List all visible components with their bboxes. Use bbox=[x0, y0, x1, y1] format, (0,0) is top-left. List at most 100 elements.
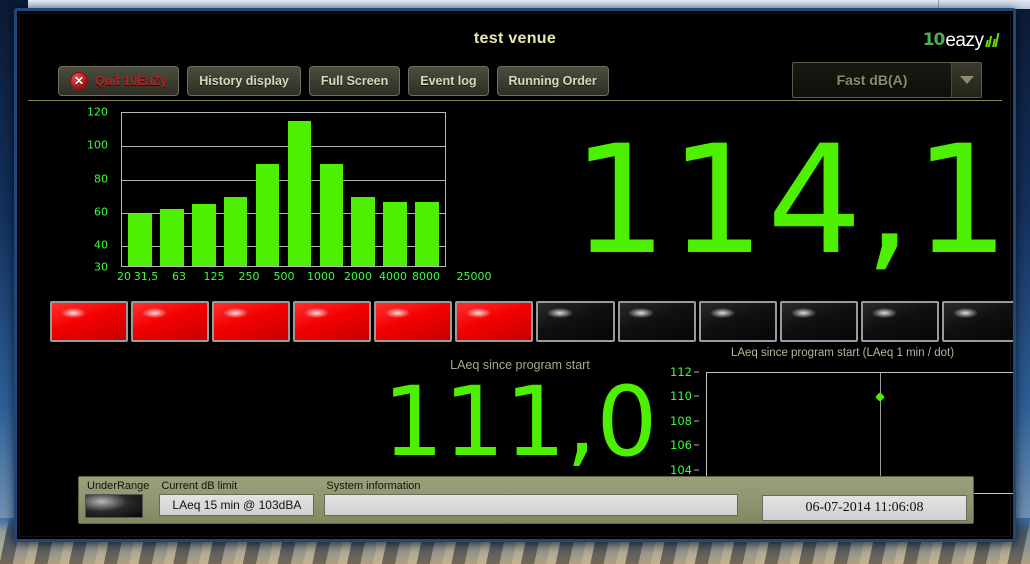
status-bar: UnderRange Current dB limit LAeq 15 min … bbox=[78, 476, 974, 524]
spectrum-bar-slot bbox=[347, 113, 379, 266]
spectrum-bar-slot bbox=[156, 113, 188, 266]
system-information-label: System information bbox=[324, 480, 738, 492]
level-led-bargraph bbox=[50, 301, 1016, 342]
spectrum-x-tick: 125 bbox=[204, 270, 225, 283]
spectrum-bar bbox=[128, 214, 152, 266]
spectrum-bar bbox=[320, 164, 344, 266]
weighting-mode-select[interactable]: Fast dB(A) bbox=[792, 62, 982, 98]
full-screen-button-label: Full Screen bbox=[321, 74, 388, 88]
laeq-history-title: LAeq since program start (LAeq 1 min / d… bbox=[660, 347, 1016, 359]
spectrum-x-tick: 31,5 bbox=[134, 270, 159, 283]
underrange-group: UnderRange bbox=[85, 480, 149, 518]
db-limit-group: Current dB limit LAeq 15 min @ 103dBA bbox=[159, 480, 314, 516]
history-display-button-label: History display bbox=[199, 74, 289, 88]
led-segment bbox=[536, 301, 614, 342]
close-icon: ✕ bbox=[70, 72, 88, 90]
quit-button-label: Quit 10EaZy bbox=[95, 74, 167, 88]
spectrum-x-tick: 2000 bbox=[344, 270, 372, 283]
laeq-history-tick-mark bbox=[694, 372, 699, 373]
system-information-group: System information bbox=[324, 480, 738, 516]
spectrum-plot-area bbox=[121, 112, 446, 267]
laeq-block: LAeq since program start 111,0 bbox=[350, 358, 690, 470]
laeq-history-tick-mark bbox=[694, 469, 699, 470]
spectrum-bar bbox=[224, 197, 248, 266]
spectrum-bar bbox=[383, 202, 407, 266]
laeq-history-tick-mark bbox=[694, 396, 699, 397]
underrange-indicator bbox=[85, 494, 143, 518]
app-window: test venue 10 eazy ✕ Quit 10EaZy History d… bbox=[14, 8, 1016, 542]
app-window-inner: test venue 10 eazy ✕ Quit 10EaZy History d… bbox=[19, 13, 1011, 537]
led-segment bbox=[212, 301, 290, 342]
main-level-readout: 114,1 bbox=[572, 126, 992, 276]
spectrum-bar bbox=[351, 197, 375, 266]
spectrum-x-tick: 1000 bbox=[307, 270, 335, 283]
db-limit-value: LAeq 15 min @ 103dBA bbox=[159, 494, 314, 516]
led-segment bbox=[131, 301, 209, 342]
event-log-button[interactable]: Event log bbox=[408, 66, 488, 96]
app-logo: 10 eazy bbox=[923, 26, 998, 50]
spectrum-y-tick: 120 bbox=[87, 106, 108, 119]
led-segment bbox=[780, 301, 858, 342]
led-segment bbox=[293, 301, 371, 342]
chevron-down-icon[interactable] bbox=[951, 63, 981, 97]
laeq-history-tick-mark bbox=[694, 445, 699, 446]
spectrum-x-tick: 20 bbox=[117, 270, 131, 283]
clock-value: 06-07-2014 11:06:08 bbox=[762, 495, 967, 521]
spectrum-bar bbox=[415, 202, 439, 266]
clock-group: 06-07-2014 11:06:08 bbox=[762, 480, 967, 521]
spectrum-y-tick: 80 bbox=[94, 172, 108, 185]
led-segment bbox=[699, 301, 777, 342]
spectrum-bar-slot bbox=[252, 113, 284, 266]
led-segment bbox=[942, 301, 1016, 342]
spectrum-x-tick: 8000 bbox=[412, 270, 440, 283]
header-divider bbox=[28, 100, 1002, 101]
header: test venue 10 eazy ✕ Quit 10EaZy History d… bbox=[20, 14, 1010, 98]
logo-bars-icon bbox=[986, 31, 999, 47]
event-log-button-label: Event log bbox=[420, 74, 476, 88]
db-limit-label: Current dB limit bbox=[159, 480, 314, 492]
led-segment bbox=[455, 301, 533, 342]
spectrum-bar-slot bbox=[315, 113, 347, 266]
laeq-value: 111,0 bbox=[350, 374, 690, 470]
spectrum-bar bbox=[192, 204, 216, 266]
led-segment bbox=[374, 301, 452, 342]
spectrum-x-tick: 250 bbox=[239, 270, 260, 283]
spectrum-bar bbox=[288, 121, 312, 266]
laeq-history-cursor bbox=[880, 373, 881, 493]
logo-prefix: 10 bbox=[923, 30, 945, 50]
history-display-button[interactable]: History display bbox=[187, 66, 301, 96]
laeq-history-y-tick: 110 bbox=[670, 389, 692, 403]
spectrum-x-tick: 500 bbox=[274, 270, 295, 283]
led-segment bbox=[50, 301, 128, 342]
logo-name: eazy bbox=[945, 31, 983, 50]
laeq-history-y-tick: 104 bbox=[670, 463, 692, 477]
led-segment bbox=[861, 301, 939, 342]
weighting-mode-value: Fast dB(A) bbox=[793, 72, 951, 88]
spectrum-chart: 30406080100120 2031,5 63 125 250 500 1000 2000… bbox=[20, 104, 490, 294]
laeq-history-y-tick: 108 bbox=[670, 414, 692, 428]
spectrum-y-axis: 30406080100120 bbox=[82, 104, 108, 269]
spectrum-bar bbox=[256, 164, 280, 266]
laeq-history-y-tick: 112 bbox=[670, 365, 692, 379]
spectrum-bar bbox=[160, 209, 184, 266]
laeq-history-point bbox=[875, 392, 885, 402]
laeq-history-tick-mark bbox=[694, 420, 699, 421]
toolbar: ✕ Quit 10EaZy History display Full Screen Ev… bbox=[58, 66, 609, 96]
underrange-label: UnderRange bbox=[85, 480, 149, 492]
page-title: test venue bbox=[20, 30, 1010, 48]
spectrum-bars bbox=[122, 113, 445, 266]
laeq-history-y-tick: 106 bbox=[670, 438, 692, 452]
spectrum-y-tick: 40 bbox=[94, 239, 108, 252]
spectrum-x-tick: 63 bbox=[172, 270, 186, 283]
spectrum-bar-slot bbox=[220, 113, 252, 266]
spectrum-bar-slot bbox=[284, 113, 316, 266]
spectrum-bar-slot bbox=[124, 113, 156, 266]
led-segment bbox=[618, 301, 696, 342]
spectrum-x-tick: 4000 bbox=[379, 270, 407, 283]
running-order-button[interactable]: Running Order bbox=[497, 66, 609, 96]
system-information-value bbox=[324, 494, 738, 516]
spectrum-x-axis: 2031,563125250500100020004000800025000 bbox=[106, 270, 471, 286]
full-screen-button[interactable]: Full Screen bbox=[309, 66, 400, 96]
spectrum-x-tick: 25000 bbox=[457, 270, 492, 283]
quit-button[interactable]: ✕ Quit 10EaZy bbox=[58, 66, 179, 96]
